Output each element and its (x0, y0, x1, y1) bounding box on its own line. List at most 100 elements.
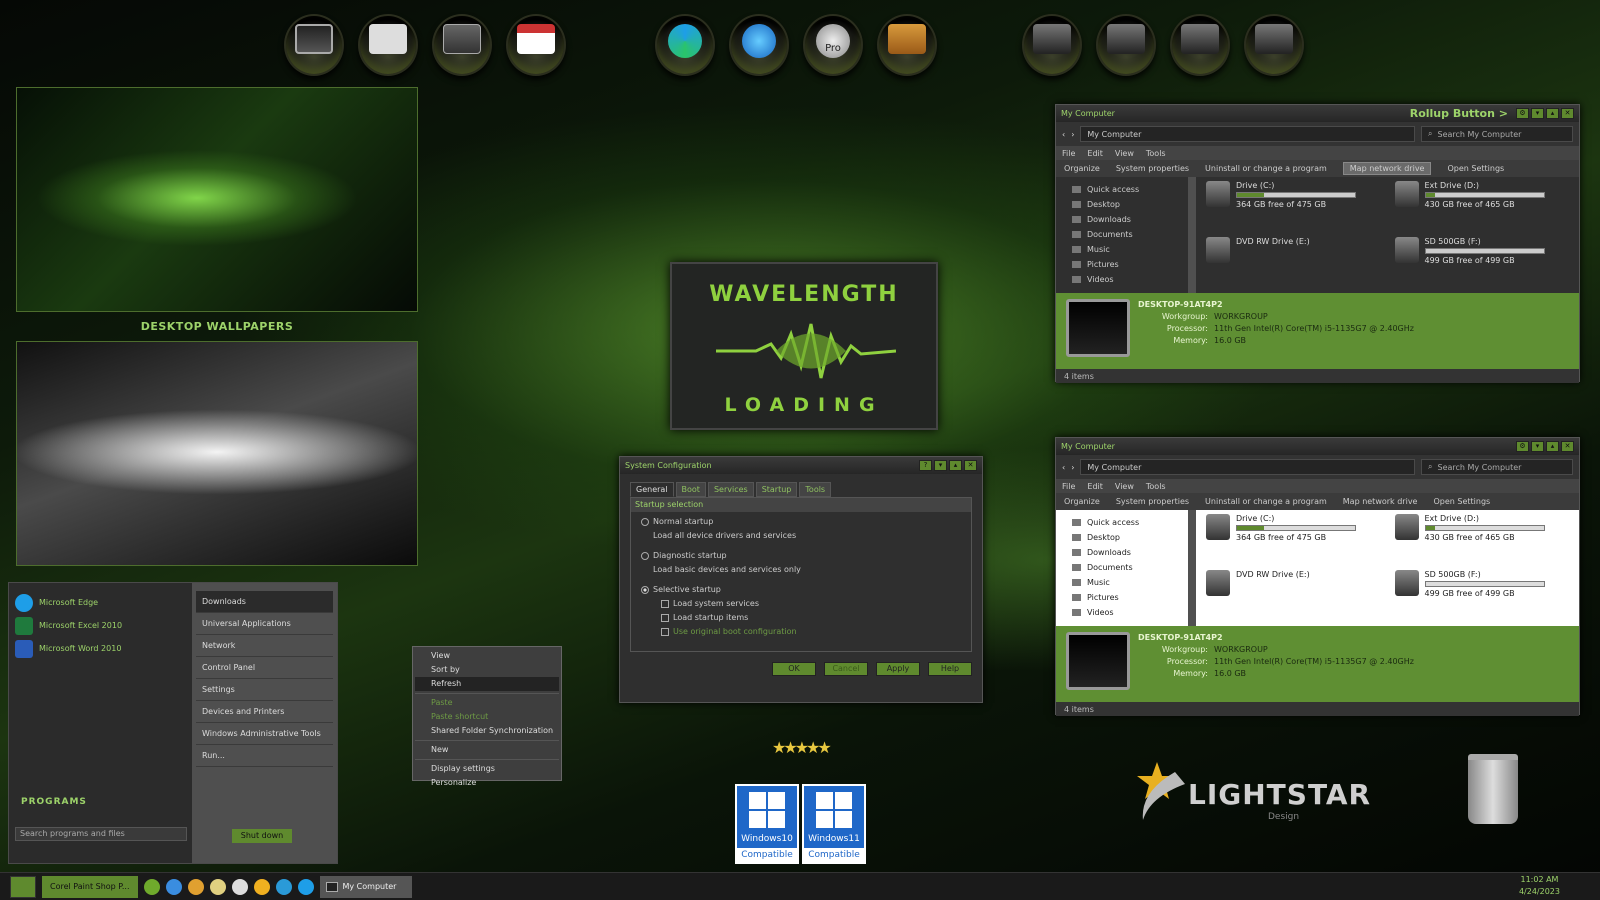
start-button[interactable] (10, 875, 36, 898)
ctx-view[interactable]: View (415, 649, 559, 663)
menu-tools[interactable]: Tools (1146, 482, 1166, 491)
help-button[interactable]: ? (919, 460, 932, 471)
cortana-icon[interactable] (297, 878, 314, 895)
menu-file[interactable]: File (1062, 482, 1075, 491)
explorer-titlebar[interactable]: My Computer ⚙ ▾ ▴ ✕ (1056, 438, 1579, 455)
maximize-button[interactable]: ▴ (1546, 108, 1559, 119)
dock-google-earth-pro[interactable]: Pro (803, 14, 863, 76)
nav-desktop[interactable]: Desktop (1072, 197, 1178, 212)
nav-pictures[interactable]: Pictures (1072, 590, 1178, 605)
shield-icon[interactable] (231, 878, 248, 895)
drive-item[interactable]: SD 500GB (F:) 499 GB free of 499 GB (1394, 237, 1570, 289)
settings-button[interactable]: ⚙ (1516, 441, 1529, 452)
taskbar-my-computer[interactable]: My Computer (319, 875, 412, 898)
maximize-button[interactable]: ▴ (1546, 441, 1559, 452)
rollup-label[interactable]: Rollup Button > (1410, 107, 1508, 120)
nav-music[interactable]: Music (1072, 575, 1178, 590)
start-item-downloads[interactable]: Downloads (196, 591, 333, 613)
nav-quick-access[interactable]: Quick access (1072, 515, 1178, 530)
cmd-organize[interactable]: Organize (1064, 164, 1100, 173)
onedrive-icon[interactable] (143, 878, 160, 895)
forward-icon[interactable]: › (1071, 130, 1074, 139)
nav-quick-access[interactable]: Quick access (1072, 182, 1178, 197)
pinned-excel[interactable]: Microsoft Excel 2010 (15, 614, 186, 637)
explorer-titlebar[interactable]: My Computer Rollup Button > ⚙ ▾ ▴ ✕ (1056, 105, 1579, 122)
normal-startup-radio[interactable] (641, 517, 649, 526)
system-configuration-window[interactable]: System Configuration ? ▾ ▴ ✕ General Boot S… (619, 456, 983, 703)
wallpaper-preview-gray[interactable] (16, 341, 418, 566)
nav-downloads[interactable]: Downloads (1072, 545, 1178, 560)
pinned-word[interactable]: Microsoft Word 2010 (15, 637, 186, 660)
shutdown-button[interactable]: Shut down (232, 829, 292, 843)
drive-item[interactable]: DVD RW Drive (E:) (1206, 237, 1381, 289)
start-item-admin-tools[interactable]: Windows Administrative Tools (196, 723, 333, 745)
menu-tools[interactable]: Tools (1146, 149, 1166, 158)
clock[interactable]: 11:02 AM 4/24/2023 (1519, 874, 1560, 898)
nav-pictures[interactable]: Pictures (1072, 257, 1178, 272)
recycle-bin-icon[interactable] (1468, 754, 1518, 824)
cmd-uninstall-or-change-a-program[interactable]: Uninstall or change a program (1205, 164, 1327, 173)
ctx-shared-folder-sync[interactable]: Shared Folder Synchronization (415, 724, 559, 738)
settings-button[interactable]: ⚙ (1516, 108, 1529, 119)
taskbar-corel[interactable]: Corel Paint Shop P... (42, 875, 138, 898)
menu-view[interactable]: View (1115, 149, 1134, 158)
pinned-edge[interactable]: Microsoft Edge (15, 591, 186, 614)
folder-icon[interactable] (187, 878, 204, 895)
start-item-devices-printers[interactable]: Devices and Printers (196, 701, 333, 723)
skype-icon[interactable] (275, 878, 292, 895)
nav-music[interactable]: Music (1072, 242, 1178, 257)
cmd-system-properties[interactable]: System properties (1116, 497, 1189, 506)
dock-drive-2[interactable] (1096, 14, 1156, 76)
minimize-button[interactable]: ▾ (934, 460, 947, 471)
tab-tools[interactable]: Tools (799, 482, 832, 497)
nav-downloads[interactable]: Downloads (1072, 212, 1178, 227)
dock-outlook[interactable] (729, 14, 789, 76)
media-icon[interactable] (209, 878, 226, 895)
close-button[interactable]: ✕ (964, 460, 977, 471)
programs-label[interactable]: PROGRAMS (21, 797, 87, 807)
dock-drive-4[interactable] (1244, 14, 1304, 76)
cmd-open-settings[interactable]: Open Settings (1433, 497, 1490, 506)
drive-item[interactable]: Ext Drive (D:) 430 GB free of 465 GB (1394, 181, 1570, 233)
menu-edit[interactable]: Edit (1087, 149, 1103, 158)
help-dialog-button[interactable]: Help (928, 662, 972, 676)
dock-computer[interactable] (284, 14, 344, 76)
ctx-paste[interactable]: Paste (415, 696, 559, 710)
dock-address-book[interactable] (877, 14, 937, 76)
drive-item[interactable]: Drive (C:) 364 GB free of 475 GB (1206, 181, 1381, 233)
nav-videos[interactable]: Videos (1072, 272, 1178, 287)
cmd-open-settings[interactable]: Open Settings (1447, 164, 1504, 173)
ctx-new[interactable]: New (415, 743, 559, 757)
load-startup-items-checkbox[interactable] (661, 613, 669, 622)
search-input[interactable]: ⌕ Search My Computer (1421, 459, 1573, 475)
selective-startup-radio[interactable] (641, 585, 649, 594)
ctx-personalize[interactable]: Personalize (415, 776, 559, 790)
close-button[interactable]: ✕ (1561, 108, 1574, 119)
dock-drive-3[interactable] (1170, 14, 1230, 76)
nav-desktop[interactable]: Desktop (1072, 530, 1178, 545)
explorer-window-dark[interactable]: My Computer Rollup Button > ⚙ ▾ ▴ ✕ ‹ › My C… (1055, 104, 1580, 383)
cancel-button[interactable]: Cancel (824, 662, 868, 676)
dock-drive-1[interactable] (1022, 14, 1082, 76)
start-search-input[interactable]: Search programs and files (15, 827, 187, 841)
diagnostic-startup-radio[interactable] (641, 551, 649, 560)
cmd-organize[interactable]: Organize (1064, 497, 1100, 506)
sysconfig-titlebar[interactable]: System Configuration ? ▾ ▴ ✕ (620, 457, 982, 474)
dock-edge[interactable] (655, 14, 715, 76)
start-item-universal-applications[interactable]: Universal Applications (196, 613, 333, 635)
dock-notepad[interactable] (506, 14, 566, 76)
search-input[interactable]: ⌕ Search My Computer (1421, 126, 1573, 142)
nav-documents[interactable]: Documents (1072, 560, 1178, 575)
address-bar[interactable]: My Computer (1080, 126, 1415, 142)
menu-edit[interactable]: Edit (1087, 482, 1103, 491)
ctx-display-settings[interactable]: Display settings (415, 762, 559, 776)
tab-boot[interactable]: Boot (675, 482, 706, 497)
back-icon[interactable]: ‹ (1062, 130, 1065, 139)
start-item-network[interactable]: Network (196, 635, 333, 657)
explorer-window-light[interactable]: My Computer ⚙ ▾ ▴ ✕ ‹ › My Computer ⌕ Search … (1055, 437, 1580, 716)
layers-icon[interactable] (165, 878, 182, 895)
menu-file[interactable]: File (1062, 149, 1075, 158)
close-button[interactable]: ✕ (1561, 441, 1574, 452)
forward-icon[interactable]: › (1071, 463, 1074, 472)
drive-item[interactable]: Drive (C:) 364 GB free of 475 GB (1206, 514, 1381, 566)
